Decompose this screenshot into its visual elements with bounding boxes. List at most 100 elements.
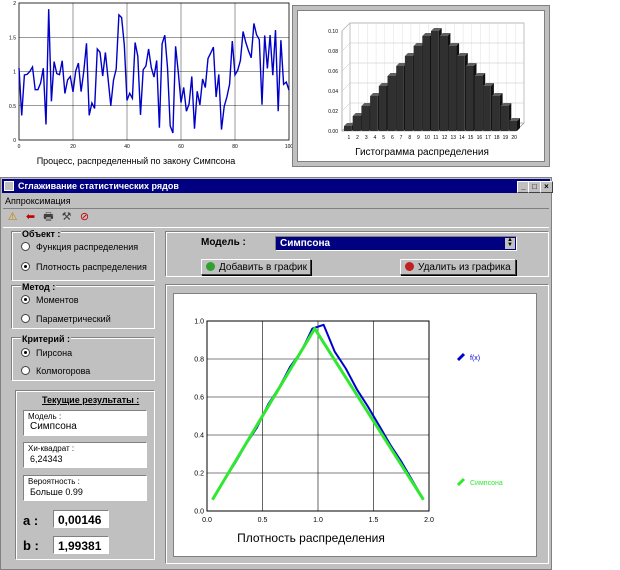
add-icon [206,262,215,271]
histogram-ytick: 0.06 [328,69,338,75]
chi-square-value: 6,24343 [30,454,63,464]
model-select-label: Модель : [201,237,246,248]
add-to-chart-button[interactable]: Добавить в график [201,259,311,275]
histogram-xtick: 7 [400,135,403,141]
density-chart: 0.0 0.2 0.4 0.6 0.8 1.0 0.0 0.5 1.0 1.5 2.0 f(x) С… [194,319,503,546]
menu-item-approximation[interactable]: Аппроксимация [5,196,71,206]
process-xtick: 40 [124,144,130,150]
print-icon[interactable]: 🖶 [41,210,56,225]
radio-density[interactable]: Плотность распределения [21,261,147,273]
histogram-xtick: 8 [408,135,411,141]
density-xtick: 0.0 [202,517,212,524]
param-b-field: 1,99381 [53,536,109,554]
radio-kolmogorov[interactable]: Колмогорова [21,365,90,377]
histogram-bar [361,106,370,131]
histogram-bar [352,116,361,131]
radio-label: Колмогорова [36,366,91,376]
histogram-gridline [341,102,351,112]
method-group-title: Метод : [21,282,57,292]
process-xtick: 80 [232,144,238,150]
param-a-label: a : [23,513,39,528]
histogram-bar [413,46,422,131]
model-result-field: Модель : Симпсона [23,410,147,436]
radio-parametric[interactable]: Параметрический [21,313,111,325]
tools-icon[interactable]: ⚒ [59,210,74,225]
radio-distribution-function[interactable]: Функция распределения [21,241,138,253]
histogram-bar [422,36,430,131]
histogram-bar [378,86,387,131]
process-chart: 00.511.52 0 20 40 60 80 100 Процесс, распреде… [9,1,293,166]
probability-label: Вероятность : [28,477,80,486]
probability-value: Больше 0.99 [30,487,83,497]
histogram-ytick: 0.10 [328,29,338,35]
histogram-xtick: 14 [459,135,465,141]
title-bar[interactable]: Сглаживание статистических рядов _ □ × [2,179,553,193]
histogram-bar [404,56,413,131]
add-button-label: Добавить в график [219,262,308,273]
model-result-value: Симпсона [30,421,77,432]
histogram-bar [344,126,352,131]
stop-icon[interactable]: ⊘ [77,210,92,225]
legend-swatch [456,477,466,487]
radio-moments[interactable]: Моментов [21,294,79,306]
histogram-xtick: 3 [365,135,368,141]
histogram-bar [465,66,474,131]
results-title: Текущие результаты : [41,395,141,405]
histogram-bar [491,96,500,131]
remove-button-label: Удалить из графика [418,262,511,273]
remove-from-chart-button[interactable]: Удалить из графика [400,259,516,275]
model-select-value: Симпсона [280,238,331,249]
histogram-bar [448,46,457,131]
process-ytick: 1 [13,70,16,76]
density-xtick: 1.0 [313,517,323,524]
density-xtick: 1.5 [369,517,379,524]
radio-pearson[interactable]: Пирсона [21,347,72,359]
radio-indicator [21,314,30,323]
density-ytick: 0.2 [194,471,204,478]
process-plot-area [18,2,290,141]
model-select[interactable]: Симпсона ▲ ▼ [275,236,517,251]
histogram-xtick: 1 [347,135,350,141]
process-xtick: 20 [70,144,76,150]
density-ytick: 0.4 [194,433,204,440]
radio-indicator [21,262,30,271]
legend-swatch [456,352,466,362]
app-icon [4,181,14,191]
warning-icon[interactable]: ⚠ [5,210,20,225]
radio-label: Параметрический [36,314,111,324]
param-b-label: b : [23,538,39,553]
radio-label: Плотность распределения [36,262,147,272]
histogram-xtick: 4 [374,135,377,141]
density-ytick: 1.0 [194,319,204,326]
chi-square-field: Хи-квадрат : 6,24343 [23,442,147,468]
histogram-bar [474,76,483,131]
histogram-xtick: 5 [382,135,385,141]
process-xtick: 60 [178,144,184,150]
histogram-xtick: 2 [356,135,359,141]
back-arrow-icon[interactable]: ⬅ [23,210,38,225]
histogram-xtick: 12 [442,135,448,141]
close-button[interactable]: × [540,181,553,193]
density-xtick: 2.0 [424,517,434,524]
density-ytick: 0.6 [194,395,204,402]
density-chart-title: Плотность распределения [237,531,385,545]
radio-indicator [21,295,30,304]
radio-indicator [21,242,30,251]
criterion-group-title: Критерий : [21,334,71,344]
histogram-ytick: 0.02 [328,109,338,115]
histogram-caption: Гистограмма распределения [355,147,489,158]
process-ytick: 0 [13,138,16,144]
chi-square-label: Хи-квадрат : [28,444,75,453]
spin-arrows-icon[interactable]: ▲ ▼ [505,237,515,249]
radio-label: Моментов [36,295,79,305]
histogram-gridline [341,22,351,32]
histogram-ytick: 0.00 [328,129,338,135]
histogram-xtick: 20 [511,135,517,141]
remove-icon [405,262,414,271]
histogram-gridline [341,82,351,92]
radio-indicator [21,366,30,375]
histogram-xtick: 17 [485,135,491,141]
histogram-bar [396,66,404,131]
density-ytick: 0.0 [194,509,204,516]
histogram-xtick: 11 [433,135,438,141]
